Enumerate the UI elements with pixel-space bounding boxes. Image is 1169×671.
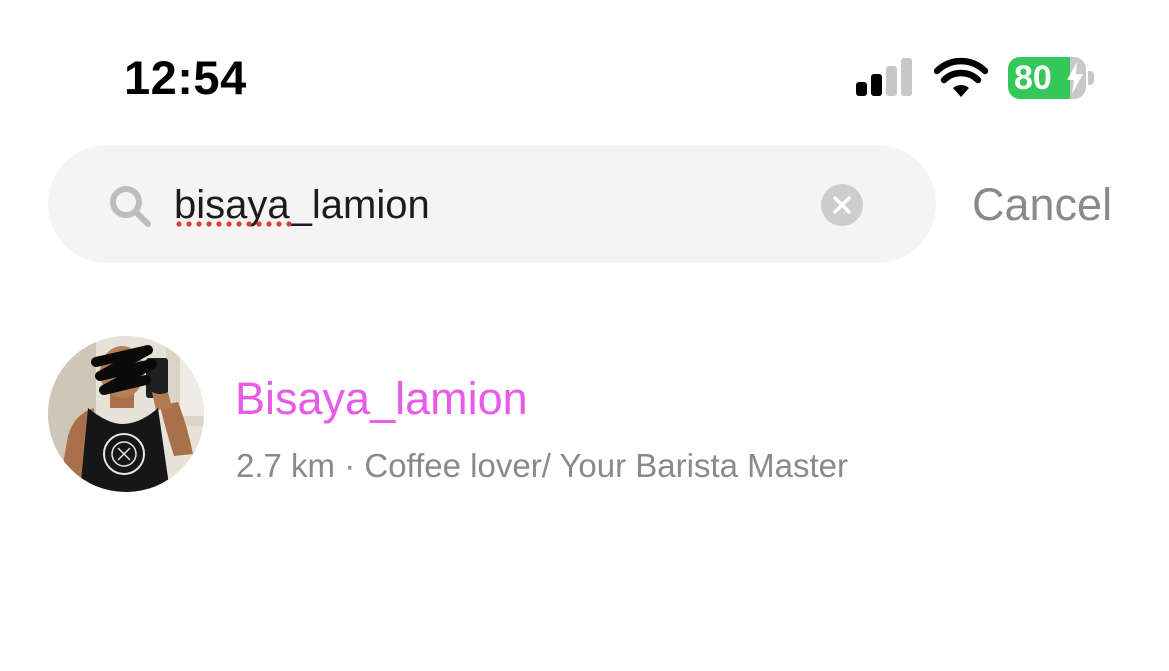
result-distance: 2.7 km	[236, 447, 336, 484]
cancel-button[interactable]: Cancel	[972, 178, 1112, 232]
search-result-row[interactable]: Bisaya_lamion 2.7 km · Coffee lover/ You…	[0, 320, 1169, 510]
cellular-signal-icon	[856, 58, 914, 96]
charging-bolt-icon	[1067, 62, 1083, 94]
result-subtitle: 2.7 km · Coffee lover/ Your Barista Mast…	[236, 446, 848, 486]
clear-search-button[interactable]	[821, 184, 863, 226]
separator-dot: ·	[335, 447, 365, 484]
result-bio: Coffee lover/ Your Barista Master	[364, 447, 849, 484]
search-bar	[48, 145, 936, 263]
battery-percent: 80	[1014, 59, 1052, 97]
status-time: 12:54	[124, 51, 247, 104]
wifi-icon	[934, 57, 988, 97]
battery-icon: 80	[1008, 57, 1094, 99]
clear-icon	[833, 196, 851, 214]
profile-photo	[48, 336, 204, 492]
search-icon	[110, 186, 151, 227]
avatar[interactable]	[48, 336, 204, 492]
spellcheck-underline	[176, 221, 292, 227]
result-username[interactable]: Bisaya_lamion	[235, 372, 528, 426]
